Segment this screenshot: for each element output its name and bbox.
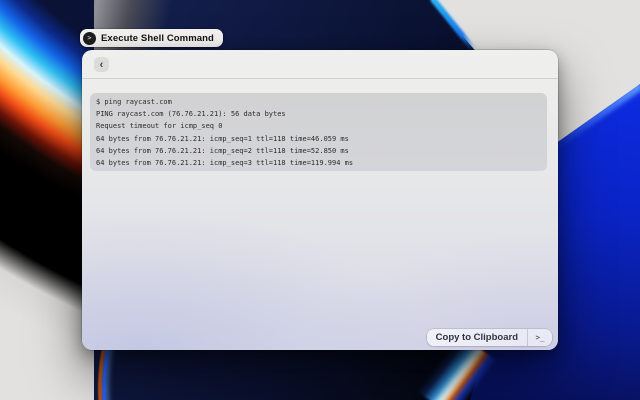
window-header: ‹ [82, 50, 558, 79]
terminal-line: 64 bytes from 76.76.21.21: icmp_seq=1 tt… [96, 133, 541, 145]
wallpaper-left-arc [82, 350, 182, 400]
command-tooltip-label: Execute Shell Command [101, 33, 214, 44]
terminal-line: 64 bytes from 76.76.21.21: icmp_seq=2 tt… [96, 145, 541, 157]
back-button[interactable]: ‹ [94, 57, 109, 72]
terminal-line: PING raycast.com (76.76.21.21): 56 data … [96, 108, 541, 120]
wallpaper-rainbow-stripes [0, 0, 94, 400]
copy-to-clipboard-button[interactable]: Copy to Clipboard [427, 329, 527, 346]
command-tooltip: > Execute Shell Command [80, 29, 223, 47]
terminal-prompt-icon[interactable]: >_ [528, 329, 552, 346]
terminal-line: 64 bytes from 76.76.21.21: icmp_seq=3 tt… [96, 157, 541, 169]
terminal-line: $ ping raycast.com [96, 96, 541, 108]
terminal-output: $ ping raycast.comPING raycast.com (76.7… [90, 93, 547, 171]
shell-command-icon: > [83, 32, 96, 45]
shell-command-window: ‹ $ ping raycast.comPING raycast.com (76… [82, 50, 558, 350]
screen: > Execute Shell Command ‹ $ ping raycast… [0, 0, 640, 400]
wallpaper-wedge-glow [548, 80, 640, 151]
terminal-line: Request timeout for icmp_seq 0 [96, 120, 541, 132]
footer-button-group: Copy to Clipboard >_ [427, 329, 552, 346]
wallpaper-bottom-streak [400, 350, 560, 400]
